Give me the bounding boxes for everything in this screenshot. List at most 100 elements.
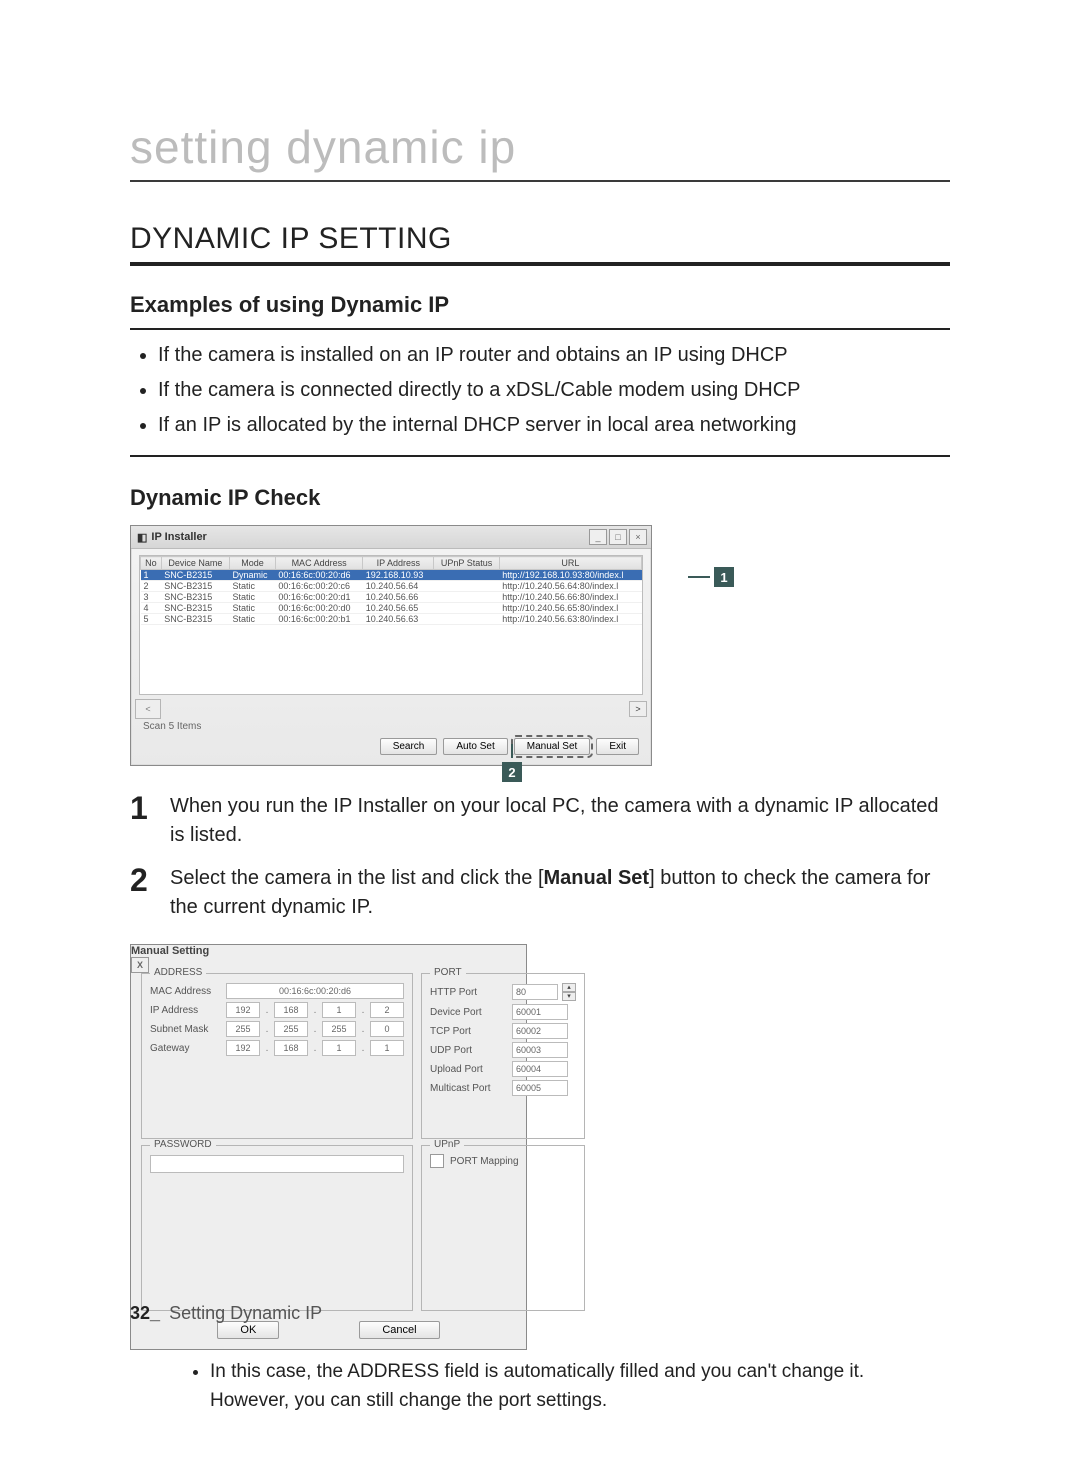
table-row[interactable]: 5SNC-B2315Static00:16:6c:00:20:b110.240.…	[141, 614, 642, 625]
address-group: ADDRESS MAC Address 00:16:6c:00:20:d6 IP…	[141, 973, 413, 1139]
col-ip[interactable]: IP Address	[363, 557, 434, 570]
page-footer: 32_ Setting Dynamic IP	[130, 1303, 322, 1324]
tcp-port-field[interactable]: 60002	[512, 1023, 568, 1039]
label-device-port: Device Port	[430, 1007, 508, 1018]
ip-octet[interactable]: 2	[370, 1002, 404, 1018]
col-mac[interactable]: MAC Address	[275, 557, 362, 570]
list-item: If the camera is installed on an IP rout…	[158, 340, 950, 371]
ip-octet[interactable]: 192	[226, 1002, 260, 1018]
table-cell	[434, 592, 499, 603]
step-text: When you run the IP Installer on your lo…	[170, 792, 950, 850]
table-cell: 00:16:6c:00:20:b1	[275, 614, 362, 625]
table-cell: Static	[230, 581, 276, 592]
table-row[interactable]: 2SNC-B2315Static00:16:6c:00:20:c610.240.…	[141, 581, 642, 592]
port-spinner[interactable]: ▴▾	[562, 983, 576, 1001]
multicast-port-field[interactable]: 60005	[512, 1080, 568, 1096]
port-group: PORT HTTP Port80 ▴▾ Device Port60001 TCP…	[421, 973, 585, 1139]
group-legend: PORT	[430, 967, 466, 978]
subnet-octet[interactable]: 255	[274, 1021, 308, 1037]
device-port-field[interactable]: 60001	[512, 1004, 568, 1020]
ip-octet[interactable]: 1	[322, 1002, 356, 1018]
table-cell: Static	[230, 614, 276, 625]
group-legend: ADDRESS	[150, 967, 206, 978]
section-heading: DYNAMIC IP SETTING	[130, 222, 950, 266]
label-mac: MAC Address	[150, 986, 222, 997]
col-url[interactable]: URL	[499, 557, 641, 570]
search-button[interactable]: Search	[380, 738, 438, 755]
auto-set-button[interactable]: Auto Set	[443, 738, 507, 755]
note-line: In this case, the ADDRESS field is autom…	[210, 1361, 864, 1382]
password-group: PASSWORD	[141, 1145, 413, 1311]
col-mode[interactable]: Mode	[230, 557, 276, 570]
step-number: 2	[130, 864, 156, 922]
udp-port-field[interactable]: 60003	[512, 1042, 568, 1058]
window-title: IP Installer	[151, 531, 206, 543]
col-device[interactable]: Device Name	[161, 557, 229, 570]
table-cell: 192.168.10.93	[363, 570, 434, 581]
scroll-left-button[interactable]: <	[135, 699, 161, 719]
close-button[interactable]: X	[131, 957, 149, 973]
table-cell: 00:16:6c:00:20:d1	[275, 592, 362, 603]
table-cell: Dynamic	[230, 570, 276, 581]
table-cell: SNC-B2315	[161, 614, 229, 625]
close-button[interactable]: ×	[629, 529, 647, 545]
gateway-octet[interactable]: 192	[226, 1040, 260, 1056]
table-cell: 10.240.56.64	[363, 581, 434, 592]
table-cell	[434, 570, 499, 581]
step-text: Select the camera in the list and click …	[170, 864, 950, 922]
http-port-field[interactable]: 80	[512, 984, 558, 1000]
step-number: 1	[130, 792, 156, 850]
list-item: If the camera is connected directly to a…	[158, 375, 950, 406]
group-legend: PASSWORD	[150, 1139, 216, 1150]
table-row[interactable]: 4SNC-B2315Static00:16:6c:00:20:d010.240.…	[141, 603, 642, 614]
table-cell	[434, 603, 499, 614]
cancel-button[interactable]: Cancel	[359, 1321, 439, 1339]
chapter-title: setting dynamic ip	[130, 120, 950, 182]
table-cell: SNC-B2315	[161, 603, 229, 614]
subnet-octet[interactable]: 255	[226, 1021, 260, 1037]
table-cell: http://10.240.56.66:80/index.l	[499, 592, 641, 603]
gateway-octet[interactable]: 1	[322, 1040, 356, 1056]
table-cell: SNC-B2315	[161, 592, 229, 603]
upload-port-field[interactable]: 60004	[512, 1061, 568, 1077]
dialog-title: Manual Setting	[131, 945, 209, 957]
label-tcp-port: TCP Port	[430, 1026, 508, 1037]
app-icon: ◧	[137, 531, 147, 544]
exit-button[interactable]: Exit	[596, 738, 639, 755]
password-field[interactable]	[150, 1155, 404, 1173]
divider	[130, 328, 950, 330]
scroll-right-button[interactable]: >	[629, 701, 647, 717]
ip-octet[interactable]: 168	[274, 1002, 308, 1018]
port-mapping-checkbox[interactable]	[430, 1154, 444, 1168]
col-upnp[interactable]: UPnP Status	[434, 557, 499, 570]
table-cell: http://10.240.56.64:80/index.l	[499, 581, 641, 592]
ip-installer-window: ◧ IP Installer _ □ × No Device Name Mode…	[130, 525, 652, 766]
table-cell: 1	[141, 570, 162, 581]
gateway-octet[interactable]: 1	[370, 1040, 404, 1056]
manual-set-button[interactable]: Manual Set	[514, 738, 591, 755]
table-cell: http://192.168.10.93:80/index.l	[499, 570, 641, 581]
sub-heading-examples: Examples of using Dynamic IP	[130, 292, 950, 322]
minimize-button[interactable]: _	[589, 529, 607, 545]
table-cell: 2	[141, 581, 162, 592]
callout-badge: 1	[714, 567, 734, 587]
table-cell: SNC-B2315	[161, 581, 229, 592]
label-upload-port: Upload Port	[430, 1064, 508, 1075]
col-no[interactable]: No	[141, 557, 162, 570]
label-subnet: Subnet Mask	[150, 1024, 222, 1035]
callout-1: 1	[688, 567, 734, 587]
table-cell: 4	[141, 603, 162, 614]
table-cell: 00:16:6c:00:20:c6	[275, 581, 362, 592]
table-cell: 10.240.56.63	[363, 614, 434, 625]
subnet-octet[interactable]: 255	[322, 1021, 356, 1037]
maximize-button[interactable]: □	[609, 529, 627, 545]
gateway-octet[interactable]: 168	[274, 1040, 308, 1056]
label-ip: IP Address	[150, 1005, 222, 1016]
subnet-octet[interactable]: 0	[370, 1021, 404, 1037]
device-table: No Device Name Mode MAC Address IP Addre…	[140, 556, 642, 625]
label-port-mapping: PORT Mapping	[450, 1156, 519, 1167]
table-cell: 10.240.56.66	[363, 592, 434, 603]
page-number: 32_	[130, 1303, 160, 1323]
table-row[interactable]: 3SNC-B2315Static00:16:6c:00:20:d110.240.…	[141, 592, 642, 603]
table-row[interactable]: 1SNC-B2315Dynamic00:16:6c:00:20:d6192.16…	[141, 570, 642, 581]
